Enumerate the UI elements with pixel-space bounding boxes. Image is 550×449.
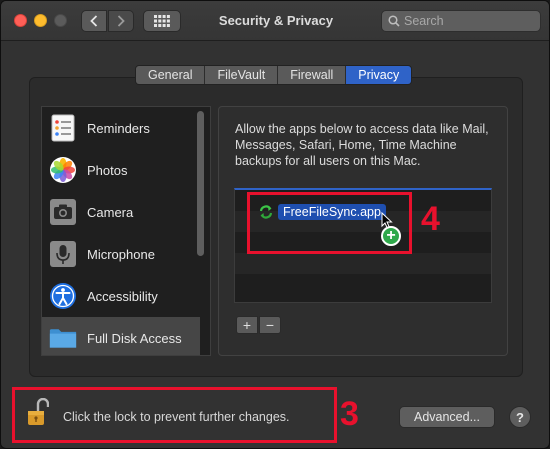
sidebar-item-label: Photos xyxy=(87,162,128,178)
sidebar-item-reminders[interactable]: Reminders xyxy=(42,107,200,149)
lock-status-text: Click the lock to prevent further change… xyxy=(63,410,290,424)
sidebar-item-label: Microphone xyxy=(87,246,155,262)
tab-firewall[interactable]: Firewall xyxy=(278,66,347,84)
tab-filevault[interactable]: FileVault xyxy=(205,66,279,84)
title-bar: Security & Privacy xyxy=(1,1,549,41)
chevron-left-icon xyxy=(90,15,98,27)
sidebar-item-microphone[interactable]: Microphone xyxy=(42,233,200,275)
sidebar-item-label: Full Disk Access xyxy=(87,330,182,346)
folder-icon xyxy=(49,324,77,352)
unlocked-padlock-icon[interactable] xyxy=(27,398,49,428)
window-title: Security & Privacy xyxy=(218,13,334,28)
camera-icon xyxy=(49,198,77,226)
forward-button[interactable] xyxy=(108,10,134,32)
sidebar-item-camera[interactable]: Camera xyxy=(42,191,200,233)
sidebar-item-label: Reminders xyxy=(87,120,150,136)
back-button[interactable] xyxy=(81,10,107,32)
search-field[interactable] xyxy=(381,10,541,32)
tab-general[interactable]: General xyxy=(136,66,206,84)
tab-bar: General FileVault Firewall Privacy xyxy=(135,65,413,85)
grid-icon xyxy=(154,15,170,27)
sidebar-item-label: Camera xyxy=(87,204,134,220)
close-window-button[interactable] xyxy=(14,14,27,27)
access-description: Allow the apps below to access data like… xyxy=(235,122,489,168)
sidebar-item-photos[interactable]: Photos xyxy=(42,149,200,191)
search-icon xyxy=(388,15,400,27)
help-button[interactable]: ? xyxy=(509,406,531,428)
chevron-right-icon xyxy=(117,15,125,27)
zoom-window-button[interactable] xyxy=(54,14,67,27)
reminders-icon xyxy=(49,114,77,142)
photos-icon xyxy=(49,156,77,184)
annotation-number-four: 4 xyxy=(421,200,440,238)
sidebar-item-full-disk-access[interactable]: Full Disk Access xyxy=(42,317,200,355)
tab-privacy[interactable]: Privacy xyxy=(346,66,412,84)
advanced-button[interactable]: Advanced... xyxy=(399,406,495,428)
remove-app-button[interactable]: − xyxy=(259,316,281,334)
preferences-window: Security & Privacy General FileVault Fir… xyxy=(0,0,550,449)
table-row[interactable] xyxy=(235,253,491,274)
table-row[interactable] xyxy=(235,274,491,295)
microphone-icon xyxy=(49,240,77,268)
privacy-category-list[interactable]: Reminders Photos Camera Microphone Acces… xyxy=(41,106,211,356)
annotation-number-three: 3 xyxy=(340,395,359,433)
sidebar-item-accessibility[interactable]: Accessibility xyxy=(42,275,200,317)
sidebar-item-label: Accessibility xyxy=(87,288,158,304)
add-app-button[interactable]: + xyxy=(236,316,258,334)
search-input[interactable] xyxy=(404,14,534,28)
minimize-window-button[interactable] xyxy=(34,14,47,27)
list-scrollbar[interactable] xyxy=(197,111,204,256)
annotation-box-step-four xyxy=(247,192,412,254)
accessibility-icon xyxy=(49,282,77,310)
show-all-button[interactable] xyxy=(143,10,181,32)
